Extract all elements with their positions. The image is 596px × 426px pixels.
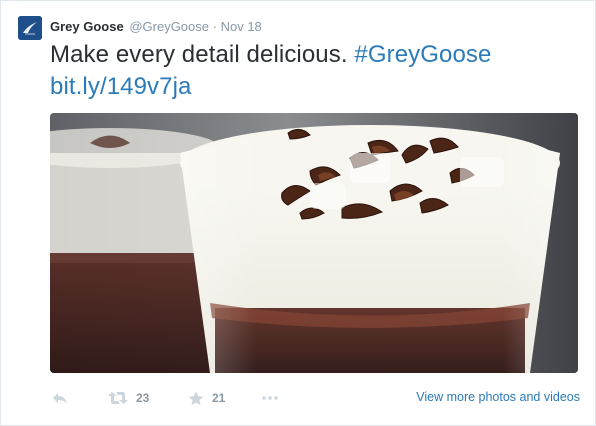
grey-goose-logo-icon: [18, 16, 42, 40]
separator-dot: ·: [212, 19, 217, 34]
avatar[interactable]: [18, 16, 42, 40]
tweet-text: Make every detail delicious. #GreyGoose …: [50, 39, 580, 103]
more-dots-icon: [262, 396, 278, 400]
star-icon: [188, 391, 204, 405]
reply-button[interactable]: [52, 387, 68, 409]
author-name[interactable]: Grey Goose: [50, 19, 124, 34]
hashtag-link[interactable]: #GreyGoose: [354, 41, 491, 68]
tweet-card: Grey Goose @GreyGoose · Nov 18 Make ever…: [0, 0, 596, 426]
more-button[interactable]: [262, 387, 278, 409]
tweet-timestamp[interactable]: Nov 18: [221, 19, 262, 34]
favorite-button[interactable]: 21: [188, 387, 225, 409]
author-handle[interactable]: @GreyGoose: [129, 19, 209, 34]
favorite-count: 21: [212, 391, 226, 405]
retweet-count: 23: [136, 391, 150, 405]
reply-icon: [53, 393, 67, 404]
tweet-photo[interactable]: [50, 113, 578, 373]
url-link[interactable]: bit.ly/149v7ja: [50, 73, 192, 100]
retweet-icon: [108, 392, 128, 404]
dessert-photo: [50, 113, 578, 373]
view-more-photos-link[interactable]: View more photos and videos: [416, 390, 580, 404]
tweet-header: Grey Goose @GreyGoose · Nov 18: [50, 19, 262, 35]
tweet-actions: 23 21 View more photos and videos: [50, 387, 580, 409]
retweet-button[interactable]: 23: [108, 387, 149, 409]
tweet-body-text: Make every detail delicious.: [50, 41, 348, 68]
